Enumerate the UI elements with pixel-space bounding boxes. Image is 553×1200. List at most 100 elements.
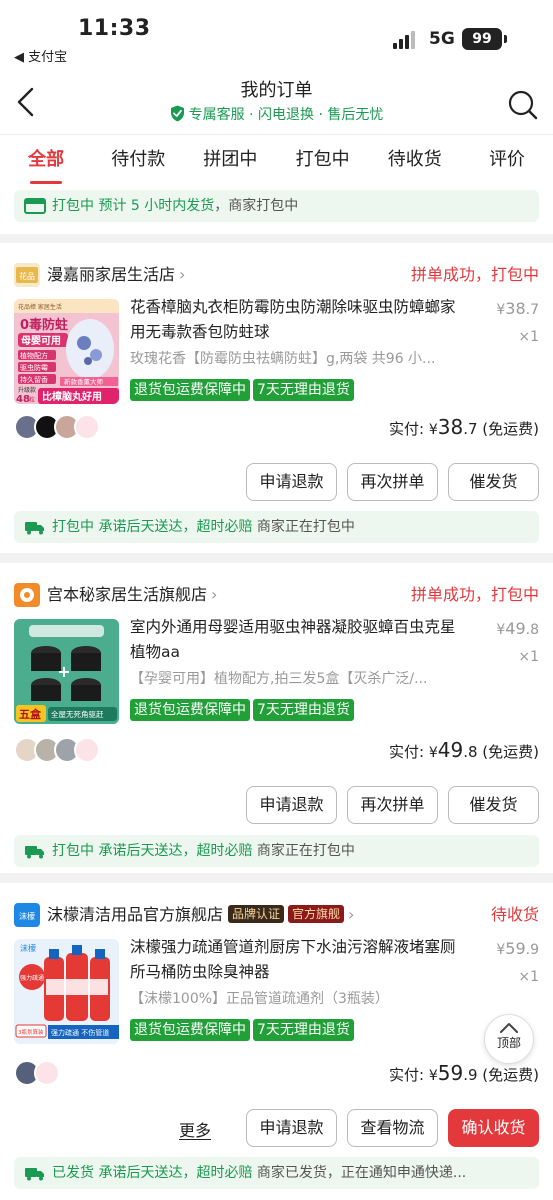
network-type: 5G [429, 29, 455, 49]
truck-icon [25, 846, 44, 859]
return-badge: 7天无理由退货 [253, 699, 354, 721]
tab-packing[interactable]: 打包中 [277, 135, 369, 186]
thumb-count: 48 [16, 394, 30, 404]
unit-price: ¥59.9 [496, 939, 539, 958]
store-name[interactable]: 沫檬清洁用品官方旗舰店 品牌认证 官方旗舰 › [47, 903, 354, 927]
product-title[interactable]: 花香樟脑丸衣柜防霉防虫防潮除味驱虫防蟑螂家用无毒款香包防蛀球 [130, 295, 470, 345]
status-bar: 11:33 ◀ 支付宝 5G 99 [0, 0, 553, 66]
thumb-tag-2: 驱虫防霉 [20, 363, 48, 372]
note-promise: 承诺后天送达，超时必赔 [98, 519, 253, 535]
store-logo [14, 583, 40, 607]
thumb-brand: 沫檬 [20, 943, 36, 953]
logistics-note[interactable]: 打包中 预计 5 小时内发货，商家打包中 [14, 190, 539, 222]
logistics-note[interactable]: 打包中 承诺后天送达，超时必赔 商家正在打包中 [14, 835, 539, 867]
product-spec: 【沫檬100%】正品管道疏通剂（3瓶装） [130, 991, 389, 1007]
product-image[interactable]: + 五盒 全屋无死角驱赶 [14, 619, 119, 724]
note-promise: 承诺后天送达，超时必赔 [98, 843, 253, 859]
product-spec: 【孕婴可用】植物配方,拍三发5盒【灭杀广泛/... [130, 671, 428, 687]
logistics-note[interactable]: 打包中 承诺后天送达，超时必赔 商家正在打包中 [14, 511, 539, 543]
product-image[interactable]: 花品樟 家居生活 0毒防蛀 母婴可用 植物配方 驱虫防霉 持久留香 新款香薰大师… [14, 299, 119, 404]
avatar [74, 414, 100, 440]
product-title[interactable]: 室内外通用母婴适用驱虫神器凝胶驱蟑百虫克星植物aa [130, 615, 470, 665]
order-status: 拼单成功，打包中 [410, 265, 539, 284]
tab-all[interactable]: 全部 [0, 135, 92, 186]
order-status: 待收货 [490, 905, 539, 924]
tab-review[interactable]: 评价 [461, 135, 553, 186]
urge-shipment-button[interactable]: 催发货 [448, 786, 539, 824]
shipping-insurance-badge: 退货包运费保障中 [130, 699, 250, 721]
order-card[interactable]: 花品 漫嘉丽家居生活店 › 拼单成功，打包中 花品樟 家居生活 0毒防蛀 母婴可用… [0, 243, 553, 553]
logistics-note[interactable]: 已发货 承诺后天送达，超时必赔 商家已发货，正在通知申通快递... [14, 1157, 539, 1189]
store-logo: 花品 [14, 263, 40, 287]
tab-group-buying[interactable]: 拼团中 [184, 135, 276, 186]
thumb-headline: 0毒防蛀 [20, 317, 68, 333]
store-row[interactable]: 沫檬 沫檬清洁用品官方旗舰店 品牌认证 官方旗舰 › 待收货 [14, 903, 539, 927]
track-logistics-button[interactable]: 查看物流 [347, 1109, 438, 1147]
tab-pending-payment[interactable]: 待付款 [92, 135, 184, 186]
battery-icon: 99 [462, 28, 502, 50]
shipping-insurance-badge: 退货包运费保障中 [130, 379, 250, 401]
unit-price: ¥49.8 [496, 619, 539, 638]
refund-button[interactable]: 申请退款 [246, 786, 337, 824]
paid-amount: 实付: ¥38.7 (免运费) [388, 415, 539, 439]
note-detail: ，商家打包中 [214, 198, 299, 214]
back-to-top-button[interactable]: 顶部 [484, 1014, 534, 1064]
thumb-level: 升级款 [18, 386, 36, 394]
chevron-right-icon: › [211, 585, 218, 604]
store-row[interactable]: 宫本秘家居生活旗舰店 › 拼单成功，打包中 [14, 583, 539, 607]
back-to-app-link[interactable]: ◀ 支付宝 [14, 46, 67, 65]
return-badge: 7天无理由退货 [253, 1019, 354, 1041]
rebuy-group-button[interactable]: 再次拼单 [347, 786, 438, 824]
product-spec: 玫瑰花香【防霉防虫祛螨防蛀】g,两袋 共96 小... [130, 351, 436, 367]
svg-text:花品: 花品 [19, 271, 35, 281]
note-promise: 预计 5 小时内发货 [98, 198, 215, 214]
store-row[interactable]: 花品 漫嘉丽家居生活店 › 拼单成功，打包中 [14, 263, 539, 287]
brand-certified-tag: 品牌认证 [228, 905, 285, 923]
chevron-right-icon: › [179, 265, 186, 284]
quantity: ×1 [518, 649, 539, 665]
refund-button[interactable]: 申请退款 [246, 1109, 337, 1147]
truck-icon [25, 1168, 44, 1181]
confirm-receipt-button[interactable]: 确认收货 [448, 1109, 539, 1147]
store-name-text: 沫檬清洁用品官方旗舰店 [47, 905, 224, 924]
search-icon[interactable] [508, 90, 538, 120]
thumb-plus: + [57, 662, 70, 681]
order-tabs: 全部 待付款 拼团中 打包中 待收货 评价 [0, 134, 553, 186]
package-icon [24, 198, 46, 214]
note-detail: 商家正在打包中 [252, 843, 355, 859]
tab-pending-receipt[interactable]: 待收货 [369, 135, 461, 186]
store-name-text: 漫嘉丽家居生活店 [47, 265, 176, 284]
chevron-up-icon [500, 1023, 518, 1033]
service-badges: 退货包运费保障中 7天无理由退货 [130, 699, 357, 721]
service-guarantee-text: 专属客服 · 闪电退换 · 售后无忧 [188, 107, 384, 123]
note-status: 打包中 [52, 198, 94, 214]
thumb-banner: 新款香薰大师 [64, 377, 104, 386]
official-flagship-tag: 官方旗舰 [288, 905, 345, 923]
order-card[interactable]: 沫檬 沫檬清洁用品官方旗舰店 品牌认证 官方旗舰 › 待收货 沫檬 强力疏通 3瓶划算… [0, 883, 553, 1200]
back-to-top-label: 顶部 [496, 1036, 521, 1050]
shield-check-icon [170, 105, 184, 122]
product-title[interactable]: 沫檬强力疏通管道剂厨房下水油污溶解液堵塞厕所马桶防虫除臭神器 [130, 935, 470, 985]
note-status: 打包中 [52, 519, 94, 535]
thumb-bottom: 全屋无死角驱赶 [51, 709, 104, 719]
page-header: 我的订单 专属客服 · 闪电退换 · 售后无忧 [0, 66, 553, 134]
product-image[interactable]: 沫檬 强力疏通 3瓶划算装 强力疏通 不伤管道 [14, 939, 119, 1044]
refund-button[interactable]: 申请退款 [246, 463, 337, 501]
urge-shipment-button[interactable]: 催发货 [448, 463, 539, 501]
note-status: 打包中 [52, 843, 94, 859]
partial-order-card: 打包中 预计 5 小时内发货，商家打包中 [0, 186, 553, 234]
store-name-text: 宫本秘家居生活旗舰店 [47, 585, 208, 604]
store-name[interactable]: 宫本秘家居生活旗舰店 › [47, 583, 217, 607]
thumb-bottom: 强力疏通 不伤管道 [51, 1028, 109, 1037]
truck-icon [25, 522, 44, 535]
service-guarantee: 专属客服 · 闪电退换 · 售后无忧 [0, 104, 553, 124]
order-status: 拼单成功，打包中 [410, 585, 539, 604]
thumb-sub: 母婴可用 [21, 335, 61, 347]
service-badges: 退货包运费保障中 7天无理由退货 [130, 1019, 357, 1041]
page-title: 我的订单 [240, 80, 313, 101]
thumb-brand: 花品樟 家居生活 [18, 303, 62, 311]
order-card[interactable]: 宫本秘家居生活旗舰店 › 拼单成功，打包中 + 五盒 全屋无死角驱赶 室内外通用母… [0, 563, 553, 873]
more-link[interactable]: 更多 [179, 1117, 211, 1141]
store-name[interactable]: 漫嘉丽家居生活店 › [47, 263, 185, 287]
rebuy-group-button[interactable]: 再次拼单 [347, 463, 438, 501]
